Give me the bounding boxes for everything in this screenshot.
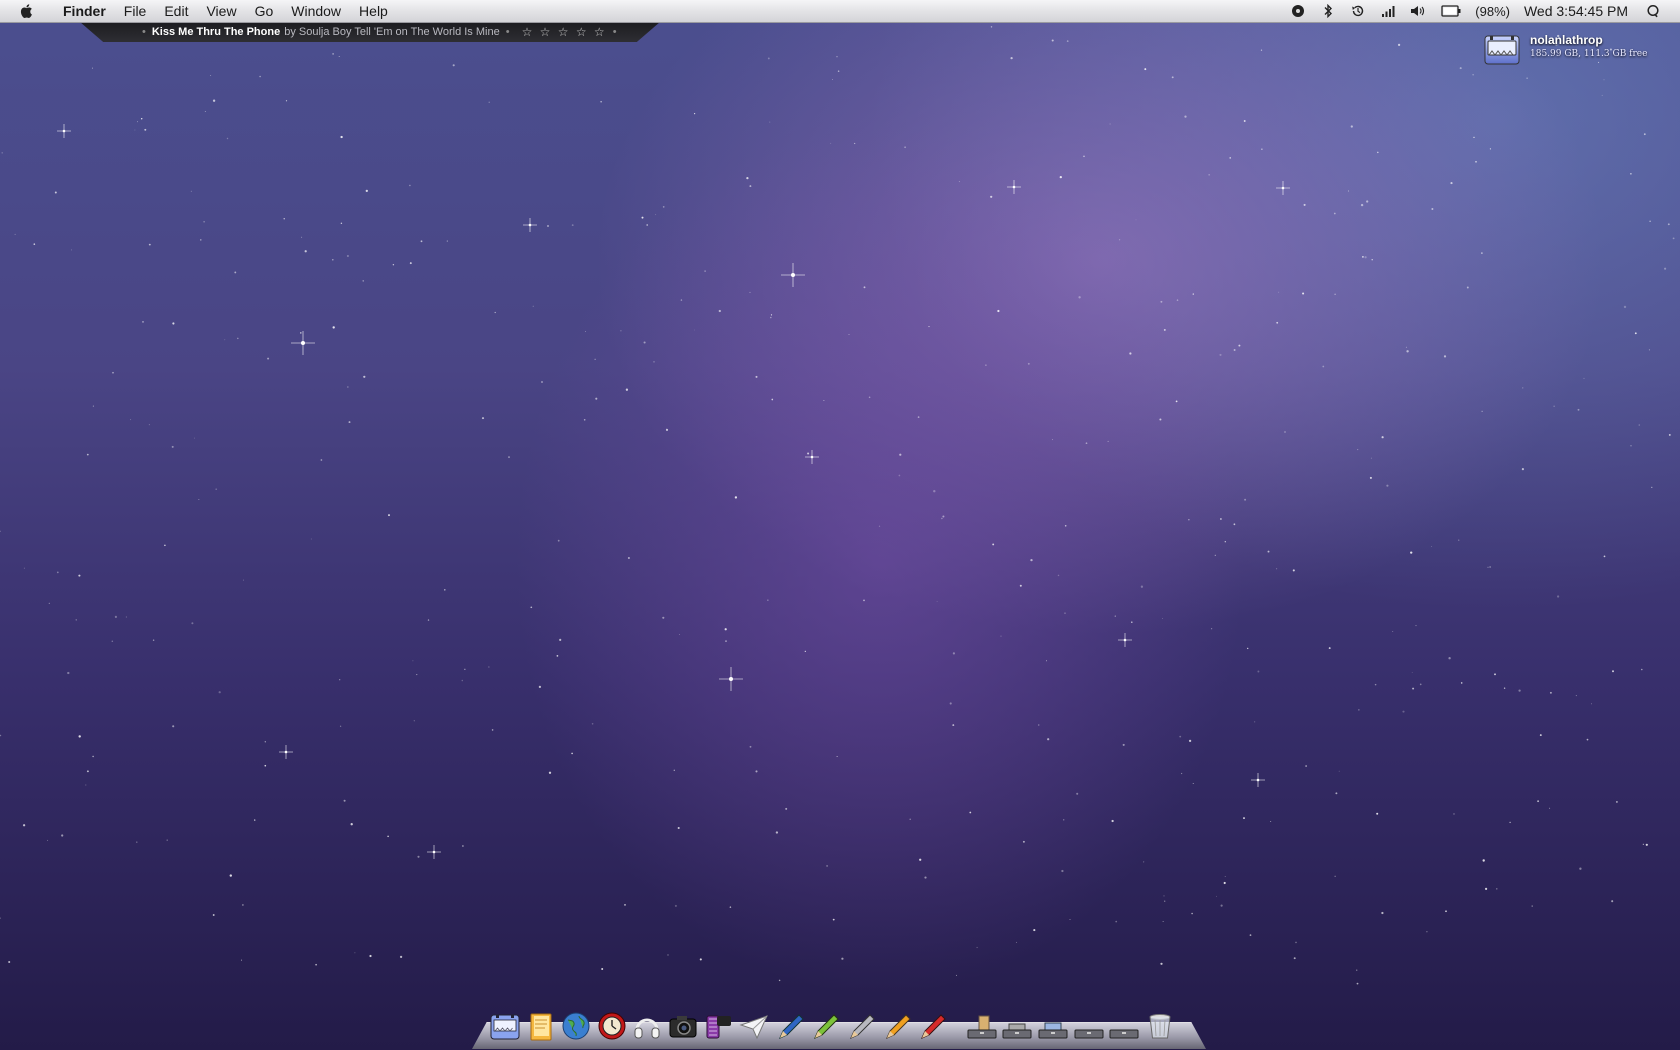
track-rating[interactable]: ☆ ☆ ☆ ☆ ☆ [522,25,607,39]
starfield [0,25,1675,985]
menu-window[interactable]: Window [282,0,350,22]
media-icon[interactable] [1290,3,1306,19]
apple-menu-icon[interactable] [18,2,36,20]
menu-go[interactable]: Go [246,0,283,22]
drive-capacity: 185.99 GB, 111.3 GB free [1530,49,1648,59]
dock [472,1002,1206,1049]
menu-view[interactable]: View [197,0,245,22]
hard-drive-desktop-item[interactable]: nolanlathrop 185.99 GB, 111.3 GB free [1484,33,1647,67]
track-title: Kiss Me Thru The Phone [151,26,281,38]
stack-4-icon[interactable] [1072,1008,1106,1042]
drive-name: nolanlathrop [1530,33,1603,47]
menu-edit[interactable]: Edit [155,0,197,22]
camera-icon[interactable] [666,1008,700,1042]
battery-icon[interactable] [1440,3,1462,19]
trash-icon[interactable] [1143,1008,1177,1042]
film-icon[interactable] [702,1008,736,1042]
globe-icon[interactable] [559,1008,593,1042]
notes-icon[interactable] [524,1008,558,1042]
red-pencil-icon[interactable] [915,1008,949,1042]
wifi-signal-icon[interactable] [1380,3,1396,19]
separator-dot: • [505,26,510,38]
menu-app-name[interactable]: Finder [54,0,115,22]
menu-help[interactable]: Help [350,0,397,22]
volume-icon[interactable] [1410,3,1426,19]
gray-pencil-icon[interactable] [844,1008,878,1042]
battery-percentage: (98%) [1475,3,1510,19]
now-playing-bar[interactable]: • Kiss Me Thru The Phone by Soulja Boy T… [80,22,660,42]
menu-bar: Finder File Edit View Go Window Help (98… [0,0,1680,23]
clock-icon[interactable] [595,1008,629,1042]
menu-clock[interactable]: Wed 3:54:45 PM [1524,3,1628,19]
green-pencil-icon[interactable] [808,1008,842,1042]
time-machine-icon[interactable] [1350,3,1366,19]
desktop[interactable]: Finder File Edit View Go Window Help (98… [0,0,1680,1050]
stack-2-icon[interactable] [1000,1008,1034,1042]
orange-pencil-icon[interactable] [880,1008,914,1042]
blue-pencil-icon[interactable] [773,1008,807,1042]
stack-1-icon[interactable] [965,1008,999,1042]
track-artist-album: by Soulja Boy Tell 'Em on The World Is M… [284,26,500,38]
menu-file[interactable]: File [115,0,156,22]
spotlight-icon[interactable] [1645,3,1661,19]
paper-plane-icon[interactable] [737,1008,771,1042]
hard-drive-icon[interactable] [1484,33,1520,67]
bluetooth-icon[interactable] [1320,3,1336,19]
separator-dot: • [142,26,146,38]
separator-dot: • [612,26,617,38]
stack-3-icon[interactable] [1036,1008,1070,1042]
headphones-icon[interactable] [630,1008,664,1042]
stack-5-icon[interactable] [1107,1008,1141,1042]
finder-icon[interactable] [488,1008,522,1042]
